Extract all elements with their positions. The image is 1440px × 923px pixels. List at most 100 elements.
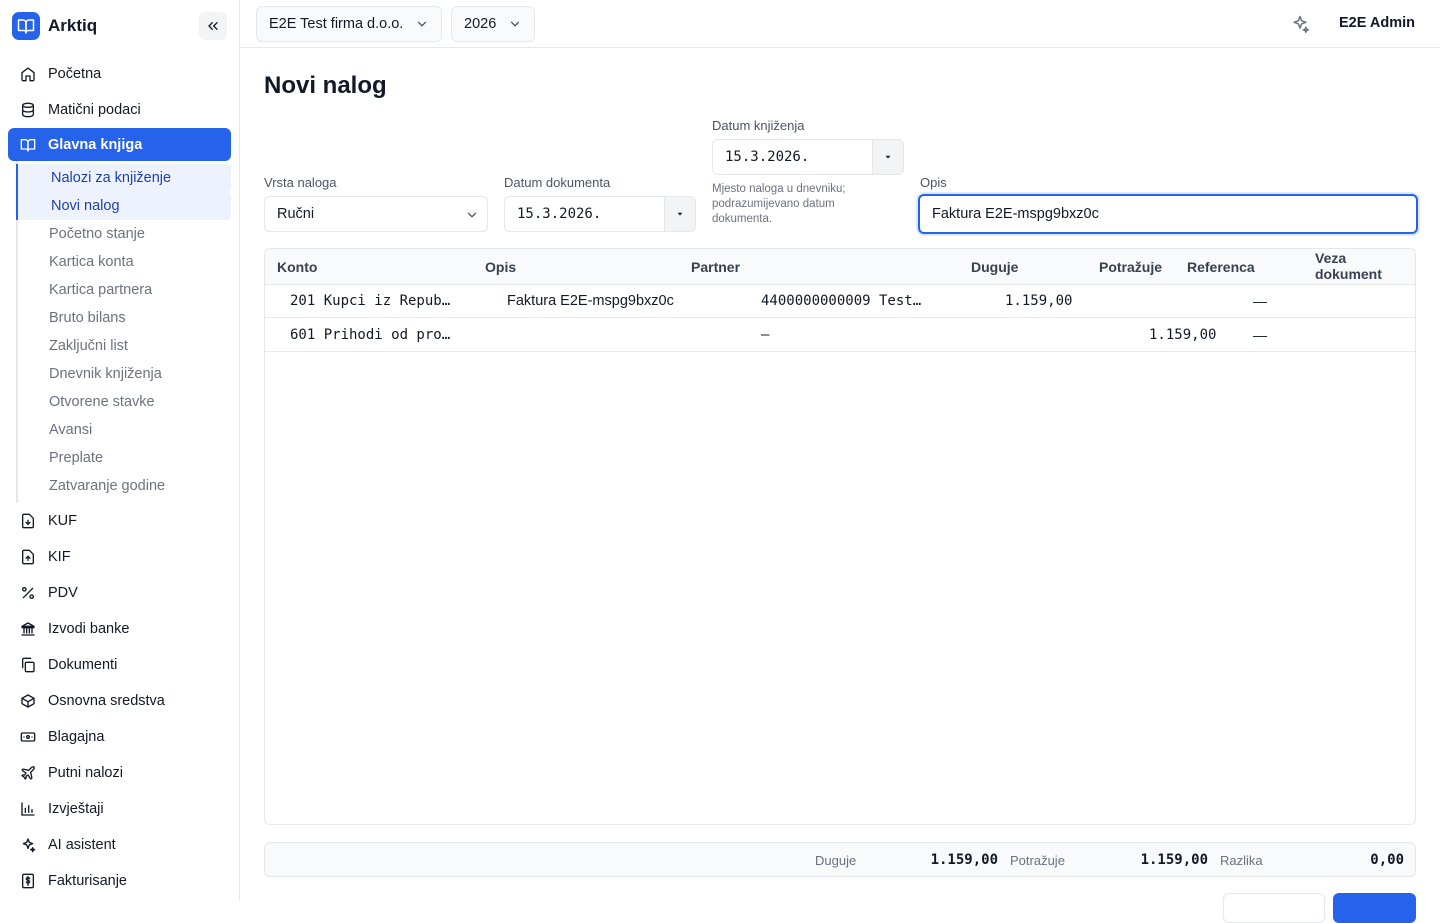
cell-duguje[interactable]: 1.159,00 (1005, 293, 1072, 309)
vrsta-naloga-value: Ručni (277, 206, 315, 222)
cell-konto[interactable]: 201 Kupci iz Repub… (290, 293, 450, 309)
cell-partner[interactable]: 4400000000009 Test… (761, 293, 921, 309)
chevrons-left-icon (208, 21, 218, 30)
col-opis: Opis (485, 259, 517, 275)
nav-item-izvjestaji[interactable]: Izvještaji (8, 791, 231, 827)
nav-item-blagajna[interactable]: Blagajna (8, 719, 231, 755)
table-row[interactable]: 601 Prihodi od pro… — 1.159,00 — (265, 318, 1415, 352)
home-icon (20, 66, 36, 82)
collapse-sidebar-button[interactable] (199, 12, 227, 40)
nav-item-kuf[interactable]: KUF (8, 503, 231, 539)
nav-item-label: Početna (48, 66, 102, 82)
datum-knjizenja-hint: Mjesto naloga u dnevniku; podrazumijevan… (712, 183, 846, 225)
nav-item-fakturisanje[interactable]: Fakturisanje (8, 863, 231, 899)
nav-item-label: Matični podaci (48, 102, 141, 118)
col-partner: Partner (691, 259, 741, 275)
sub-item-zatvaranje-godine[interactable]: Zatvaranje godine (16, 472, 231, 500)
sub-item-preplate[interactable]: Preplate (16, 444, 231, 472)
sub-item-nalozi[interactable]: Nalozi za knjiženje (16, 164, 231, 192)
sub-item-zakljucni-list[interactable]: Zaključni list (16, 332, 231, 360)
cell-opis[interactable]: Faktura E2E-mspg9bxz0c (507, 293, 674, 309)
cell-potrazuje[interactable]: 1.159,00 (1149, 327, 1216, 343)
opis-input[interactable]: Faktura E2E-mspg9bxz0c (918, 194, 1418, 234)
file-in-icon (20, 513, 36, 529)
nav-item-label: KIF (48, 549, 71, 565)
nav-item-pocetna[interactable]: Početna (8, 56, 231, 92)
total-razlika-value: 0,00 (1370, 852, 1404, 868)
datum-dokumenta-input[interactable]: 15.3.2026. (504, 196, 665, 232)
sub-item-pocetno-stanje[interactable]: Početno stanje (16, 220, 231, 248)
brand[interactable]: Arktiq (12, 12, 97, 40)
datum-dokumenta-picker-button[interactable] (664, 196, 696, 232)
datum-knjizenja-value: 15.3.2026. (725, 149, 810, 165)
user-menu[interactable]: E2E Admin (1339, 15, 1415, 31)
total-duguje-label: Duguje (815, 853, 857, 868)
nav-item-izvodi-banke[interactable]: Izvodi banke (8, 611, 231, 647)
nav-item-dokumenti[interactable]: Dokumenti (8, 647, 231, 683)
sparkles-icon (1293, 15, 1310, 34)
page-title: Novi nalog (264, 72, 387, 99)
sidebar: Arktiq Početna Matični podaci Glavna knj… (0, 0, 240, 900)
company-select[interactable]: E2E Test firma d.o.o. (256, 6, 443, 42)
ai-sparkles-button[interactable] (1290, 14, 1310, 34)
nav-item-label: KUF (48, 513, 77, 529)
col-potrazuje: Potražuje (1099, 259, 1163, 275)
table-row[interactable]: 201 Kupci iz Repub… Faktura E2E-mspg9bxz… (265, 284, 1415, 318)
opis-label: Opis (920, 175, 947, 190)
nav-item-label: AI asistent (48, 837, 116, 853)
sub-item-kartica-partnera[interactable]: Kartica partnera (16, 276, 231, 304)
cash-icon (20, 729, 36, 745)
plane-icon (20, 765, 36, 781)
nav-item-osnovna-sredstva[interactable]: Osnovna sredstva (8, 683, 231, 719)
total-potrazuje-label: Potražuje (1010, 853, 1065, 868)
year-select[interactable]: 2026 (451, 6, 536, 42)
year-select-label: 2026 (464, 16, 497, 32)
sub-item-otvorene-stavke[interactable]: Otvorene stavke (16, 388, 231, 416)
nav-item-kif[interactable]: KIF (8, 539, 231, 575)
sub-item-avansi[interactable]: Avansi (16, 416, 231, 444)
chevron-down-icon (418, 21, 427, 27)
box-icon (20, 693, 36, 709)
nav-item-ai-asistent[interactable]: AI asistent (8, 827, 231, 863)
cell-referenca[interactable]: — (1253, 327, 1267, 343)
nav-item-putni-nalozi[interactable]: Putni nalozi (8, 755, 231, 791)
nav-item-label: Izvodi banke (48, 621, 130, 637)
datum-knjizenja-input[interactable]: 15.3.2026. (712, 139, 873, 175)
sub-item-bruto-bilans[interactable]: Bruto bilans (16, 304, 231, 332)
percent-icon (20, 585, 36, 601)
opis-value: Faktura E2E-mspg9bxz0c (932, 206, 1099, 222)
glavna-knjiga-subnav: Nalozi za knjiženje Novi nalog Početno s… (16, 161, 231, 503)
nav-item-label: Blagajna (48, 729, 105, 745)
nav-item-pdv[interactable]: PDV (8, 575, 231, 611)
save-button[interactable] (1333, 893, 1416, 923)
app-logo-icon (12, 12, 40, 40)
invoice-icon (20, 873, 36, 889)
file-out-icon (20, 549, 36, 565)
nav-item-label: Fakturisanje (48, 873, 127, 889)
sparkles-icon (20, 837, 36, 853)
vrsta-naloga-select[interactable]: Ručni (264, 196, 488, 232)
stavke-table: Konto Opis Partner Duguje Potražuje Refe… (264, 248, 1416, 825)
sub-item-kartica-konta[interactable]: Kartica konta (16, 248, 231, 276)
documents-icon (20, 657, 36, 673)
book-icon (20, 137, 36, 153)
topbar: E2E Test firma d.o.o. 2026 E2E Admin (240, 0, 1440, 48)
total-duguje-value: 1.159,00 (930, 852, 998, 868)
bank-icon (20, 621, 36, 637)
sub-item-dnevnik-knjizenja[interactable]: Dnevnik knjiženja (16, 360, 231, 388)
total-razlika-label: Razlika (1220, 853, 1263, 868)
company-select-label: E2E Test firma d.o.o. (269, 16, 404, 32)
cell-konto[interactable]: 601 Prihodi od pro… (290, 327, 450, 343)
sub-item-novi-nalog[interactable]: Novi nalog (16, 192, 231, 220)
nav-item-label: Izvještaji (48, 801, 104, 817)
cell-referenca[interactable]: — (1253, 293, 1267, 309)
nav-item-maticni-podaci[interactable]: Matični podaci (8, 92, 231, 128)
chevron-down-icon (511, 21, 520, 27)
chevron-down-icon (467, 212, 477, 218)
cell-partner[interactable]: — (761, 327, 769, 343)
cancel-button[interactable] (1223, 893, 1325, 923)
datum-knjizenja-picker-button[interactable] (872, 139, 904, 175)
database-icon (20, 102, 36, 118)
nav-item-label: Osnovna sredstva (48, 693, 165, 709)
nav-item-glavna-knjiga[interactable]: Glavna knjiga (8, 128, 231, 161)
